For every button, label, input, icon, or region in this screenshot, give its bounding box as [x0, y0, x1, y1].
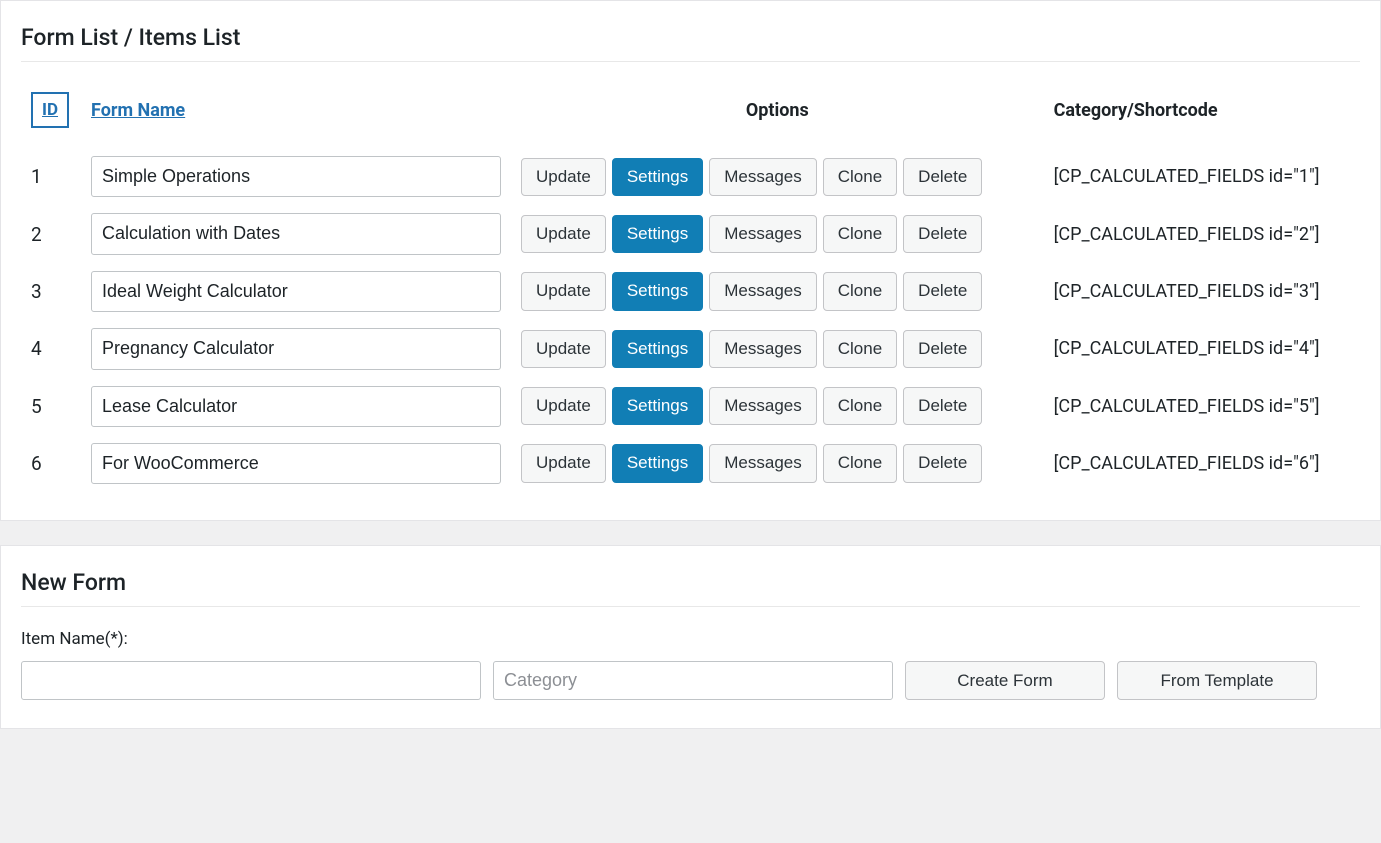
new-form-title: New Form [21, 569, 1360, 596]
category-input[interactable] [493, 661, 893, 700]
sort-by-name-link[interactable]: Form Name [91, 100, 185, 121]
form-list-panel: Form List / Items List ID Form Name Opti… [0, 0, 1381, 521]
row-shortcode: [CP_CALCULATED_FIELDS id="4"] [1044, 320, 1360, 377]
row-name-cell [81, 205, 511, 262]
col-header-category: Category/Shortcode [1044, 84, 1360, 148]
row-name-cell [81, 435, 511, 492]
row-name-cell [81, 378, 511, 435]
table-row: 6UpdateSettingsMessagesCloneDelete[CP_CA… [21, 435, 1360, 492]
row-options: UpdateSettingsMessagesCloneDelete [511, 435, 1044, 492]
table-row: 1UpdateSettingsMessagesCloneDelete[CP_CA… [21, 148, 1360, 205]
table-row: 4UpdateSettingsMessagesCloneDelete[CP_CA… [21, 320, 1360, 377]
row-id: 5 [21, 378, 81, 435]
settings-button[interactable]: Settings [612, 272, 703, 310]
col-header-options: Options [511, 84, 1044, 148]
row-shortcode: [CP_CALCULATED_FIELDS id="6"] [1044, 435, 1360, 492]
settings-button[interactable]: Settings [612, 158, 703, 196]
delete-button[interactable]: Delete [903, 444, 982, 482]
row-options: UpdateSettingsMessagesCloneDelete [511, 320, 1044, 377]
row-options: UpdateSettingsMessagesCloneDelete [511, 378, 1044, 435]
row-options: UpdateSettingsMessagesCloneDelete [511, 205, 1044, 262]
row-id: 6 [21, 435, 81, 492]
form-name-input[interactable] [91, 386, 501, 427]
form-list-title: Form List / Items List [21, 24, 1360, 51]
delete-button[interactable]: Delete [903, 215, 982, 253]
clone-button[interactable]: Clone [823, 158, 897, 196]
row-shortcode: [CP_CALCULATED_FIELDS id="3"] [1044, 263, 1360, 320]
table-row: 3UpdateSettingsMessagesCloneDelete[CP_CA… [21, 263, 1360, 320]
row-shortcode: [CP_CALCULATED_FIELDS id="5"] [1044, 378, 1360, 435]
messages-button[interactable]: Messages [709, 215, 816, 253]
messages-button[interactable]: Messages [709, 272, 816, 310]
item-name-label: Item Name(*): [21, 629, 1360, 649]
row-id: 1 [21, 148, 81, 205]
messages-button[interactable]: Messages [709, 158, 816, 196]
row-options: UpdateSettingsMessagesCloneDelete [511, 148, 1044, 205]
row-id: 3 [21, 263, 81, 320]
new-form-panel: New Form Item Name(*): Create Form From … [0, 545, 1381, 729]
clone-button[interactable]: Clone [823, 387, 897, 425]
divider [21, 606, 1360, 607]
delete-button[interactable]: Delete [903, 387, 982, 425]
delete-button[interactable]: Delete [903, 272, 982, 310]
form-name-input[interactable] [91, 213, 501, 254]
update-button[interactable]: Update [521, 272, 606, 310]
row-shortcode: [CP_CALCULATED_FIELDS id="2"] [1044, 205, 1360, 262]
messages-button[interactable]: Messages [709, 330, 816, 368]
create-form-button[interactable]: Create Form [905, 661, 1105, 700]
form-name-input[interactable] [91, 443, 501, 484]
new-form-row: Create Form From Template [21, 661, 1360, 700]
row-options: UpdateSettingsMessagesCloneDelete [511, 263, 1044, 320]
delete-button[interactable]: Delete [903, 330, 982, 368]
settings-button[interactable]: Settings [612, 215, 703, 253]
row-shortcode: [CP_CALCULATED_FIELDS id="1"] [1044, 148, 1360, 205]
forms-table: ID Form Name Options Category/Shortcode … [21, 84, 1360, 492]
item-name-input[interactable] [21, 661, 481, 700]
update-button[interactable]: Update [521, 444, 606, 482]
settings-button[interactable]: Settings [612, 330, 703, 368]
divider [21, 61, 1360, 62]
form-name-input[interactable] [91, 271, 501, 312]
clone-button[interactable]: Clone [823, 215, 897, 253]
forms-tbody: 1UpdateSettingsMessagesCloneDelete[CP_CA… [21, 148, 1360, 492]
row-name-cell [81, 320, 511, 377]
messages-button[interactable]: Messages [709, 387, 816, 425]
table-row: 5UpdateSettingsMessagesCloneDelete[CP_CA… [21, 378, 1360, 435]
from-template-button[interactable]: From Template [1117, 661, 1317, 700]
col-header-name: Form Name [81, 84, 511, 148]
update-button[interactable]: Update [521, 330, 606, 368]
update-button[interactable]: Update [521, 158, 606, 196]
row-id: 4 [21, 320, 81, 377]
table-row: 2UpdateSettingsMessagesCloneDelete[CP_CA… [21, 205, 1360, 262]
form-name-input[interactable] [91, 328, 501, 369]
update-button[interactable]: Update [521, 215, 606, 253]
settings-button[interactable]: Settings [612, 387, 703, 425]
delete-button[interactable]: Delete [903, 158, 982, 196]
row-id: 2 [21, 205, 81, 262]
row-name-cell [81, 263, 511, 320]
update-button[interactable]: Update [521, 387, 606, 425]
sort-by-id-link[interactable]: ID [31, 92, 69, 128]
row-name-cell [81, 148, 511, 205]
clone-button[interactable]: Clone [823, 330, 897, 368]
clone-button[interactable]: Clone [823, 444, 897, 482]
messages-button[interactable]: Messages [709, 444, 816, 482]
settings-button[interactable]: Settings [612, 444, 703, 482]
col-header-id: ID [21, 84, 81, 148]
clone-button[interactable]: Clone [823, 272, 897, 310]
form-name-input[interactable] [91, 156, 501, 197]
